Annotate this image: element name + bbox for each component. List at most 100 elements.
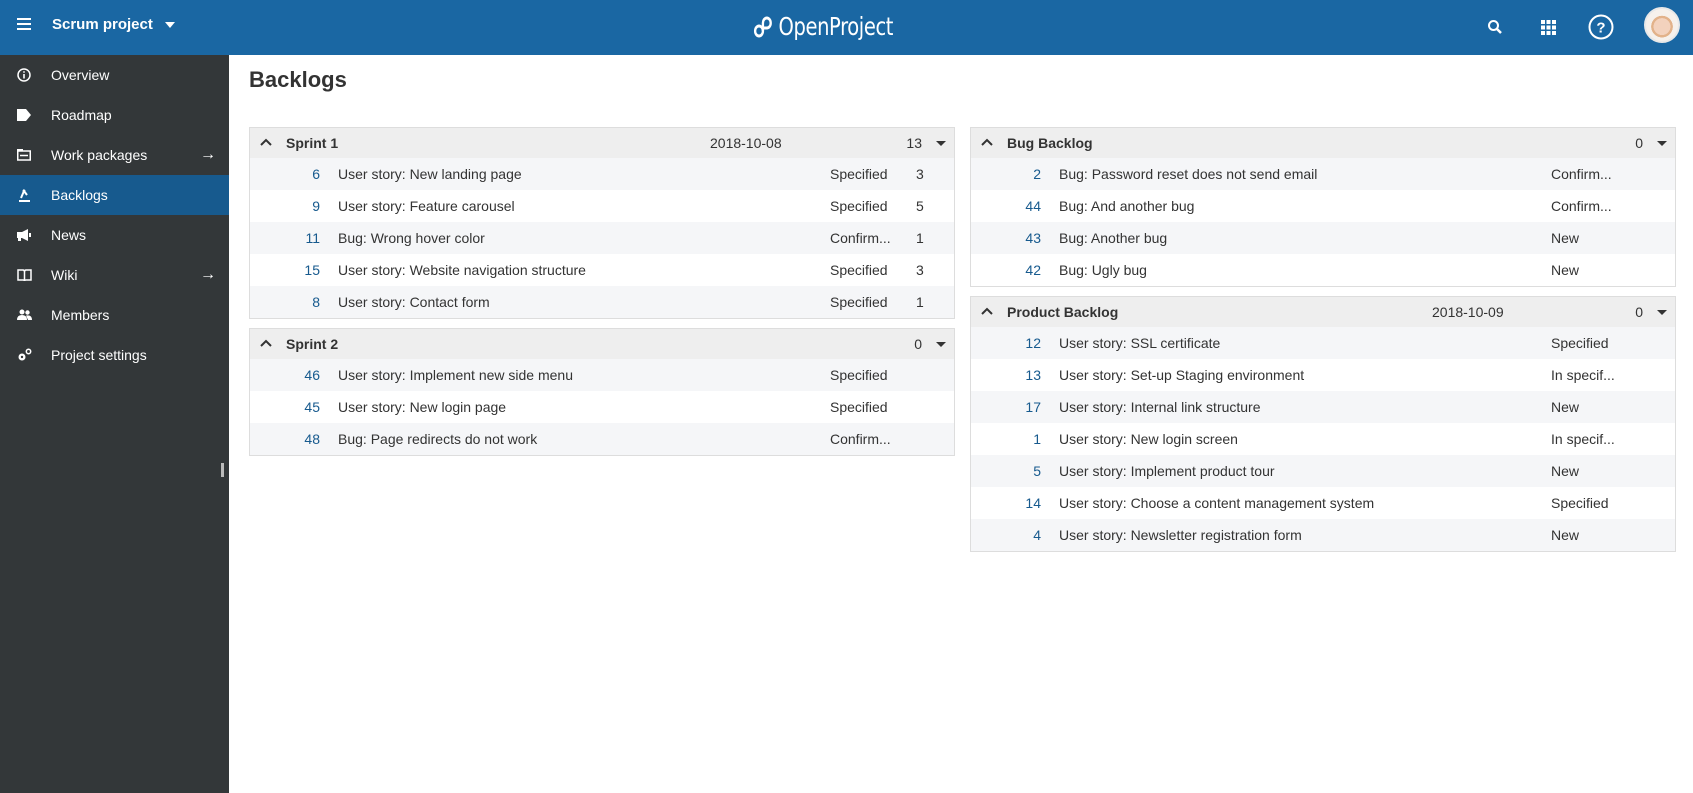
story-points[interactable]: 1	[916, 230, 924, 246]
sidebar-item-news[interactable]: News	[0, 215, 229, 255]
work-package-row[interactable]: 6 User story: New landing page Specified 3	[250, 158, 954, 190]
work-package-subject[interactable]: User story: Choose a content management …	[1059, 495, 1374, 511]
story-points[interactable]: 5	[916, 198, 924, 214]
work-package-id-link[interactable]: 48	[280, 431, 320, 447]
work-package-status[interactable]: Specified	[830, 367, 888, 383]
sidebar-item-work-packages[interactable]: Work packages →	[0, 135, 229, 175]
story-points[interactable]: 3	[916, 166, 924, 182]
work-package-id-link[interactable]: 5	[1001, 463, 1041, 479]
work-package-row[interactable]: 17 User story: Internal link structure New	[971, 391, 1675, 423]
sidebar-item-wiki[interactable]: Wiki →	[0, 255, 229, 295]
work-package-subject[interactable]: User story: New landing page	[338, 166, 522, 182]
arrow-right-icon[interactable]: →	[200, 266, 216, 284]
work-package-row[interactable]: 11 Bug: Wrong hover color Confirm... 1	[250, 222, 954, 254]
work-package-subject[interactable]: User story: Internal link structure	[1059, 399, 1261, 415]
work-package-id-link[interactable]: 42	[1001, 262, 1041, 278]
work-package-id-link[interactable]: 8	[280, 294, 320, 310]
work-package-row[interactable]: 8 User story: Contact form Specified 1	[250, 286, 954, 318]
work-package-status[interactable]: New	[1551, 230, 1579, 246]
work-package-row[interactable]: 1 User story: New login screen In specif..…	[971, 423, 1675, 455]
sidebar-item-overview[interactable]: Overview	[0, 55, 229, 95]
work-package-id-link[interactable]: 4	[1001, 527, 1041, 543]
search-icon[interactable]	[1482, 14, 1508, 40]
work-package-row[interactable]: 13 User story: Set-up Staging environment…	[971, 359, 1675, 391]
sidebar-item-project-settings[interactable]: Project settings	[0, 335, 229, 375]
sprint-date[interactable]: 2018-10-08	[710, 135, 782, 151]
work-package-id-link[interactable]: 9	[280, 198, 320, 214]
grid-icon[interactable]	[1535, 14, 1561, 40]
work-package-subject[interactable]: User story: Set-up Staging environment	[1059, 367, 1304, 383]
work-package-row[interactable]: 44 Bug: And another bug Confirm...	[971, 190, 1675, 222]
work-package-id-link[interactable]: 1	[1001, 431, 1041, 447]
sidebar-resize-handle[interactable]	[221, 463, 224, 477]
work-package-id-link[interactable]: 2	[1001, 166, 1041, 182]
work-package-subject[interactable]: Bug: And another bug	[1059, 198, 1194, 214]
work-package-row[interactable]: 48 Bug: Page redirects do not work Confirm…	[250, 423, 954, 455]
work-package-row[interactable]: 5 User story: Implement product tour New	[971, 455, 1675, 487]
work-package-status[interactable]: Specified	[830, 294, 888, 310]
work-package-status[interactable]: Specified	[830, 262, 888, 278]
work-package-status[interactable]: New	[1551, 527, 1579, 543]
work-package-subject[interactable]: User story: New login page	[338, 399, 506, 415]
work-package-id-link[interactable]: 46	[280, 367, 320, 383]
work-package-row[interactable]: 45 User story: New login page Specified	[250, 391, 954, 423]
chevron-up-icon[interactable]	[258, 134, 274, 150]
story-points[interactable]: 3	[916, 262, 924, 278]
work-package-subject[interactable]: Bug: Another bug	[1059, 230, 1167, 246]
work-package-id-link[interactable]: 43	[1001, 230, 1041, 246]
hamburger-icon[interactable]	[17, 18, 31, 32]
openproject-logo[interactable]: OpenProject	[752, 12, 893, 41]
work-package-row[interactable]: 9 User story: Feature carousel Specified 5	[250, 190, 954, 222]
backlog-name[interactable]: Bug Backlog	[1007, 135, 1093, 151]
work-package-row[interactable]: 42 Bug: Ugly bug New	[971, 254, 1675, 286]
work-package-row[interactable]: 4 User story: Newsletter registration for…	[971, 519, 1675, 551]
work-package-subject[interactable]: Bug: Password reset does not send email	[1059, 166, 1317, 182]
user-avatar[interactable]	[1644, 7, 1680, 43]
caret-down-icon[interactable]	[1657, 310, 1667, 315]
work-package-id-link[interactable]: 11	[280, 230, 320, 246]
work-package-status[interactable]: Confirm...	[1551, 166, 1612, 182]
work-package-subject[interactable]: Bug: Wrong hover color	[338, 230, 485, 246]
work-package-status[interactable]: New	[1551, 399, 1579, 415]
work-package-id-link[interactable]: 15	[280, 262, 320, 278]
chevron-up-icon[interactable]	[979, 134, 995, 150]
work-package-id-link[interactable]: 45	[280, 399, 320, 415]
help-icon[interactable]: ?	[1588, 14, 1614, 40]
work-package-status[interactable]: Confirm...	[830, 230, 891, 246]
work-package-subject[interactable]: User story: SSL certificate	[1059, 335, 1220, 351]
work-package-row[interactable]: 46 User story: Implement new side menu Spe…	[250, 359, 954, 391]
caret-down-icon[interactable]	[936, 141, 946, 146]
chevron-up-icon[interactable]	[979, 303, 995, 319]
chevron-up-icon[interactable]	[258, 335, 274, 351]
work-package-id-link[interactable]: 14	[1001, 495, 1041, 511]
work-package-status[interactable]: Specified	[1551, 335, 1609, 351]
backlog-date[interactable]: 2018-10-09	[1432, 304, 1504, 320]
work-package-status[interactable]: Specified	[830, 198, 888, 214]
backlog-name[interactable]: Product Backlog	[1007, 304, 1118, 320]
work-package-row[interactable]: 12 User story: SSL certificate Specified	[971, 327, 1675, 359]
caret-down-icon[interactable]	[936, 342, 946, 347]
work-package-status[interactable]: Confirm...	[1551, 198, 1612, 214]
work-package-subject[interactable]: Bug: Page redirects do not work	[338, 431, 537, 447]
sidebar-item-roadmap[interactable]: Roadmap	[0, 95, 229, 135]
work-package-row[interactable]: 15 User story: Website navigation structu…	[250, 254, 954, 286]
work-package-status[interactable]: New	[1551, 463, 1579, 479]
work-package-subject[interactable]: User story: Implement new side menu	[338, 367, 573, 383]
work-package-id-link[interactable]: 44	[1001, 198, 1041, 214]
sidebar-item-backlogs[interactable]: Backlogs	[0, 175, 229, 215]
work-package-subject[interactable]: User story: Website navigation structure	[338, 262, 586, 278]
work-package-status[interactable]: Specified	[1551, 495, 1609, 511]
work-package-row[interactable]: 2 Bug: Password reset does not send email…	[971, 158, 1675, 190]
work-package-row[interactable]: 43 Bug: Another bug New	[971, 222, 1675, 254]
work-package-id-link[interactable]: 12	[1001, 335, 1041, 351]
work-package-subject[interactable]: User story: Implement product tour	[1059, 463, 1275, 479]
work-package-row[interactable]: 14 User story: Choose a content managemen…	[971, 487, 1675, 519]
work-package-subject[interactable]: User story: Contact form	[338, 294, 490, 310]
work-package-id-link[interactable]: 17	[1001, 399, 1041, 415]
story-points[interactable]: 1	[916, 294, 924, 310]
work-package-status[interactable]: In specif...	[1551, 367, 1615, 383]
work-package-status[interactable]: New	[1551, 262, 1579, 278]
work-package-subject[interactable]: User story: Feature carousel	[338, 198, 515, 214]
sprint-name[interactable]: Sprint 1	[286, 135, 338, 151]
work-package-subject[interactable]: User story: Newsletter registration form	[1059, 527, 1302, 543]
